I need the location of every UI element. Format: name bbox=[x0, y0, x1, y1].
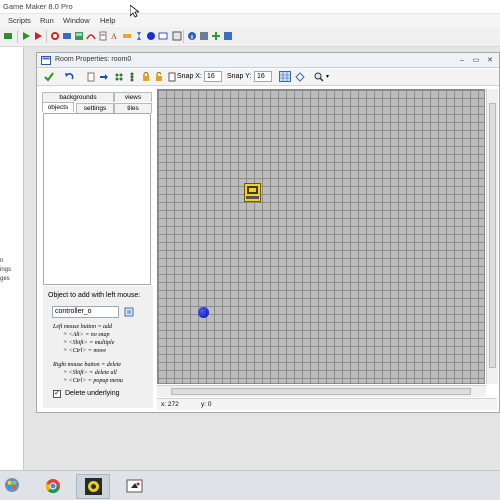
isometric-grid-icon[interactable] bbox=[295, 72, 305, 82]
help-text-line: Left mouse button = add bbox=[53, 324, 113, 330]
menu-help[interactable]: Help bbox=[100, 16, 115, 25]
main-toolbar: A bbox=[0, 27, 500, 47]
delete-underlying-checkbox[interactable]: ✓ bbox=[53, 390, 61, 398]
resource-tree-item[interactable]: ges bbox=[0, 276, 10, 282]
zoom-icon[interactable] bbox=[314, 72, 324, 82]
info-icon[interactable] bbox=[187, 31, 197, 41]
chrome-icon bbox=[45, 479, 60, 494]
run-icon[interactable] bbox=[21, 31, 31, 41]
extensions-icon[interactable] bbox=[199, 31, 209, 41]
room-icon bbox=[41, 56, 51, 65]
help-text-line: + <Ctrl> = move bbox=[63, 348, 107, 354]
open-icon[interactable] bbox=[3, 31, 13, 41]
start-orb-icon[interactable] bbox=[4, 477, 20, 493]
run-debug-icon[interactable] bbox=[33, 31, 43, 41]
taskbar-chrome[interactable] bbox=[36, 474, 70, 499]
help-text-line: + <Ctrl> = popup menu bbox=[63, 378, 123, 384]
status-bar: x: 272 y: 0 bbox=[157, 398, 497, 410]
help-text-line: + <Shift> = delete all bbox=[63, 370, 117, 376]
resource-tree-panel: n ings ges bbox=[0, 47, 24, 470]
clear-room-icon[interactable] bbox=[86, 72, 96, 82]
tab-views[interactable]: views bbox=[114, 92, 152, 102]
help-text-line: + <Alt> = no snap bbox=[63, 332, 110, 338]
app-title-bar: Game Maker 8.0 Pro bbox=[0, 0, 500, 14]
ok-check-icon[interactable] bbox=[44, 72, 54, 82]
app-title: Game Maker 8.0 Pro bbox=[3, 2, 73, 11]
minimize-button[interactable]: – bbox=[456, 56, 468, 65]
create-script-icon[interactable] bbox=[98, 31, 108, 41]
toolbar-separator bbox=[183, 30, 184, 43]
grid-toggle-icon[interactable] bbox=[279, 71, 291, 82]
sort-instances-y-icon[interactable] bbox=[127, 72, 137, 82]
vertical-scrollbar[interactable] bbox=[486, 89, 498, 384]
room-settings-icon[interactable] bbox=[167, 72, 177, 82]
snap-y-label: Snap Y: bbox=[227, 73, 252, 80]
status-x: x: 272 bbox=[161, 401, 179, 408]
room-toolbar: Snap X: 16 Snap Y: 16 ▾ bbox=[37, 69, 499, 86]
sort-instances-x-icon[interactable] bbox=[114, 72, 124, 82]
object-preview-area bbox=[43, 113, 151, 285]
menu-window[interactable]: Window bbox=[63, 16, 90, 25]
horizontal-scroll-thumb[interactable] bbox=[171, 388, 471, 395]
object-panel: Object to add with left mouse: controlle… bbox=[43, 286, 153, 408]
svg-text:A: A bbox=[111, 32, 117, 41]
create-object-icon[interactable] bbox=[134, 31, 144, 41]
create-sprite-icon[interactable] bbox=[50, 31, 60, 41]
snap-y-input[interactable]: 16 bbox=[254, 71, 272, 82]
create-path-icon[interactable] bbox=[86, 31, 96, 41]
menu-run[interactable]: Run bbox=[40, 16, 54, 25]
resource-tree-item[interactable]: n bbox=[0, 258, 3, 264]
game-window-icon bbox=[126, 479, 143, 493]
controller-object-instance-icon[interactable] bbox=[244, 183, 261, 202]
create-room-frame-icon[interactable] bbox=[158, 31, 168, 41]
room-window-title: Room Properties: room0 bbox=[55, 56, 132, 63]
horizontal-scrollbar[interactable] bbox=[157, 385, 486, 397]
menu-bar: Scripts Run Window Help bbox=[0, 14, 500, 27]
help-icon[interactable] bbox=[223, 31, 233, 41]
menu-scripts[interactable]: Scripts bbox=[8, 16, 31, 25]
tab-backgrounds[interactable]: backgrounds bbox=[42, 92, 114, 102]
create-timeline-icon[interactable] bbox=[122, 31, 132, 41]
object-menu-icon[interactable] bbox=[124, 307, 134, 317]
room-grid-canvas[interactable] bbox=[157, 89, 485, 384]
lock-instances-icon[interactable] bbox=[141, 72, 151, 82]
create-sound-icon[interactable] bbox=[62, 31, 72, 41]
help-text-line: Right mouse button = delete bbox=[53, 362, 122, 368]
unlock-instances-icon[interactable] bbox=[154, 72, 164, 82]
status-y: y: 0 bbox=[201, 401, 212, 408]
object-to-add-label: Object to add with left mouse: bbox=[48, 292, 141, 299]
snap-x-input[interactable]: 16 bbox=[204, 71, 222, 82]
resource-tree-item[interactable]: ings bbox=[0, 267, 11, 273]
ball-object-instance[interactable] bbox=[198, 307, 209, 318]
tab-objects[interactable]: objects bbox=[42, 102, 74, 112]
delete-underlying-label: Delete underlying bbox=[65, 390, 120, 397]
undo-icon[interactable] bbox=[64, 72, 74, 82]
shift-instances-icon[interactable] bbox=[99, 72, 109, 82]
toolbar-separator bbox=[17, 30, 18, 43]
mouse-cursor-icon bbox=[130, 5, 139, 18]
close-button[interactable]: ✕ bbox=[484, 56, 496, 65]
game-maker-icon bbox=[85, 478, 102, 495]
tab-tiles[interactable]: tiles bbox=[114, 103, 152, 113]
taskbar-game-maker[interactable] bbox=[76, 474, 110, 499]
room-window-title-bar[interactable]: Room Properties: room0 – ▭ ✕ bbox=[37, 53, 499, 68]
taskbar-game-window[interactable] bbox=[118, 474, 152, 499]
taskbar bbox=[0, 470, 500, 500]
create-room-icon[interactable] bbox=[146, 31, 156, 41]
game-info-icon[interactable] bbox=[172, 31, 182, 41]
create-background-icon[interactable] bbox=[74, 31, 84, 41]
tab-settings[interactable]: settings bbox=[76, 103, 114, 113]
zoom-dropdown-icon[interactable]: ▾ bbox=[326, 73, 329, 80]
help-text-line: + <Shift> = multiple bbox=[63, 340, 115, 346]
create-font-icon[interactable]: A bbox=[110, 31, 120, 41]
add-icon[interactable] bbox=[211, 31, 221, 41]
object-selector[interactable]: controller_o bbox=[52, 306, 119, 318]
toolbar-separator bbox=[46, 30, 47, 43]
snap-x-label: Snap X: bbox=[177, 73, 202, 80]
vertical-scroll-thumb[interactable] bbox=[489, 103, 496, 368]
maximize-button[interactable]: ▭ bbox=[470, 56, 482, 65]
